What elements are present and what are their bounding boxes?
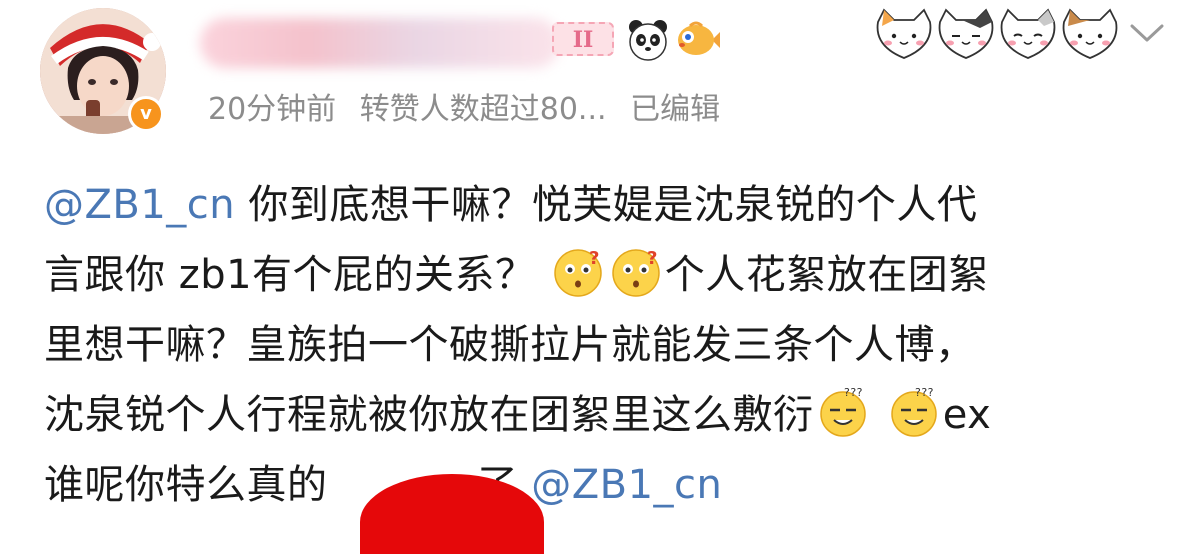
dizzy-emoji: ??? — [890, 386, 937, 437]
post-line-5: 谁呢你特么真的了 @ZB1_cn — [44, 450, 1154, 520]
svg-text:???: ??? — [915, 386, 934, 399]
post-text: 你到底想干嘛？悦芙媞是沈泉锐的个人代 — [235, 182, 978, 228]
svg-text:?: ? — [589, 248, 600, 269]
mention-zb1-link[interactable]: @ZB1_cn — [531, 462, 722, 508]
fish-emoji — [678, 21, 720, 55]
dizzy-emoji: ??? — [819, 386, 866, 437]
post-text: 言跟你 zb1有个屁的关系？ — [44, 252, 536, 298]
edited-label[interactable]: 已编辑 — [630, 92, 720, 127]
username-blurred[interactable] — [200, 18, 560, 68]
post-line-1: @ZB1_cn 你到底想干嘛？悦芙媞是沈泉锐的个人代 — [44, 170, 1154, 240]
chevron-down-icon[interactable] — [1128, 18, 1166, 48]
svg-text:???: ??? — [844, 386, 863, 399]
confused-emoji: ? — [612, 248, 660, 297]
confused-emoji: ? — [554, 248, 602, 297]
membership-ii-badge[interactable]: II — [552, 22, 614, 56]
post-line-4: 沈泉锐个人行程就被你放在团絮里这么敷衍 ??? ??? ex — [44, 380, 1154, 450]
cat-sticker-2 — [938, 8, 994, 59]
repost-info: 转赞人数超过80... — [359, 92, 607, 127]
post-text: 里想干嘛？皇族拍一个破撕拉片就能发三条个人博， — [44, 322, 976, 368]
post-text: 沈泉锐个人行程就被你放在团絮里这么敷衍 — [44, 392, 814, 438]
cat-sticker-1 — [876, 8, 932, 59]
cat-sticker-4 — [1062, 8, 1118, 59]
post-text: 个人花絮放在团絮 — [664, 252, 989, 298]
weibo-post: v II 20分钟前 转赞人数超过80... 已编辑 @ZB1_cn 你到底想干… — [0, 0, 1185, 554]
post-line-2: 言跟你 zb1有个屁的关系？ ? ? 个人花絮放在团絮 — [44, 240, 1154, 310]
cat-stickers — [876, 8, 1118, 59]
post-line-3: 里想干嘛？皇族拍一个破撕拉片就能发三条个人博， — [44, 310, 1154, 380]
post-meta: 20分钟前 转赞人数超过80... 已编辑 — [208, 84, 734, 128]
svg-text:?: ? — [647, 248, 658, 269]
post-content: @ZB1_cn 你到底想干嘛？悦芙媞是沈泉锐的个人代 言跟你 zb1有个屁的关系… — [44, 170, 1154, 520]
cat-sticker-3 — [1000, 8, 1056, 59]
panda-emoji — [629, 20, 667, 61]
post-text: 谁呢你特么真的 — [44, 462, 328, 508]
verified-v-icon: v — [128, 96, 164, 132]
post-time: 20分钟前 — [208, 92, 337, 127]
post-text: ex — [942, 392, 992, 438]
mention-zb1-link[interactable]: @ZB1_cn — [44, 182, 235, 228]
